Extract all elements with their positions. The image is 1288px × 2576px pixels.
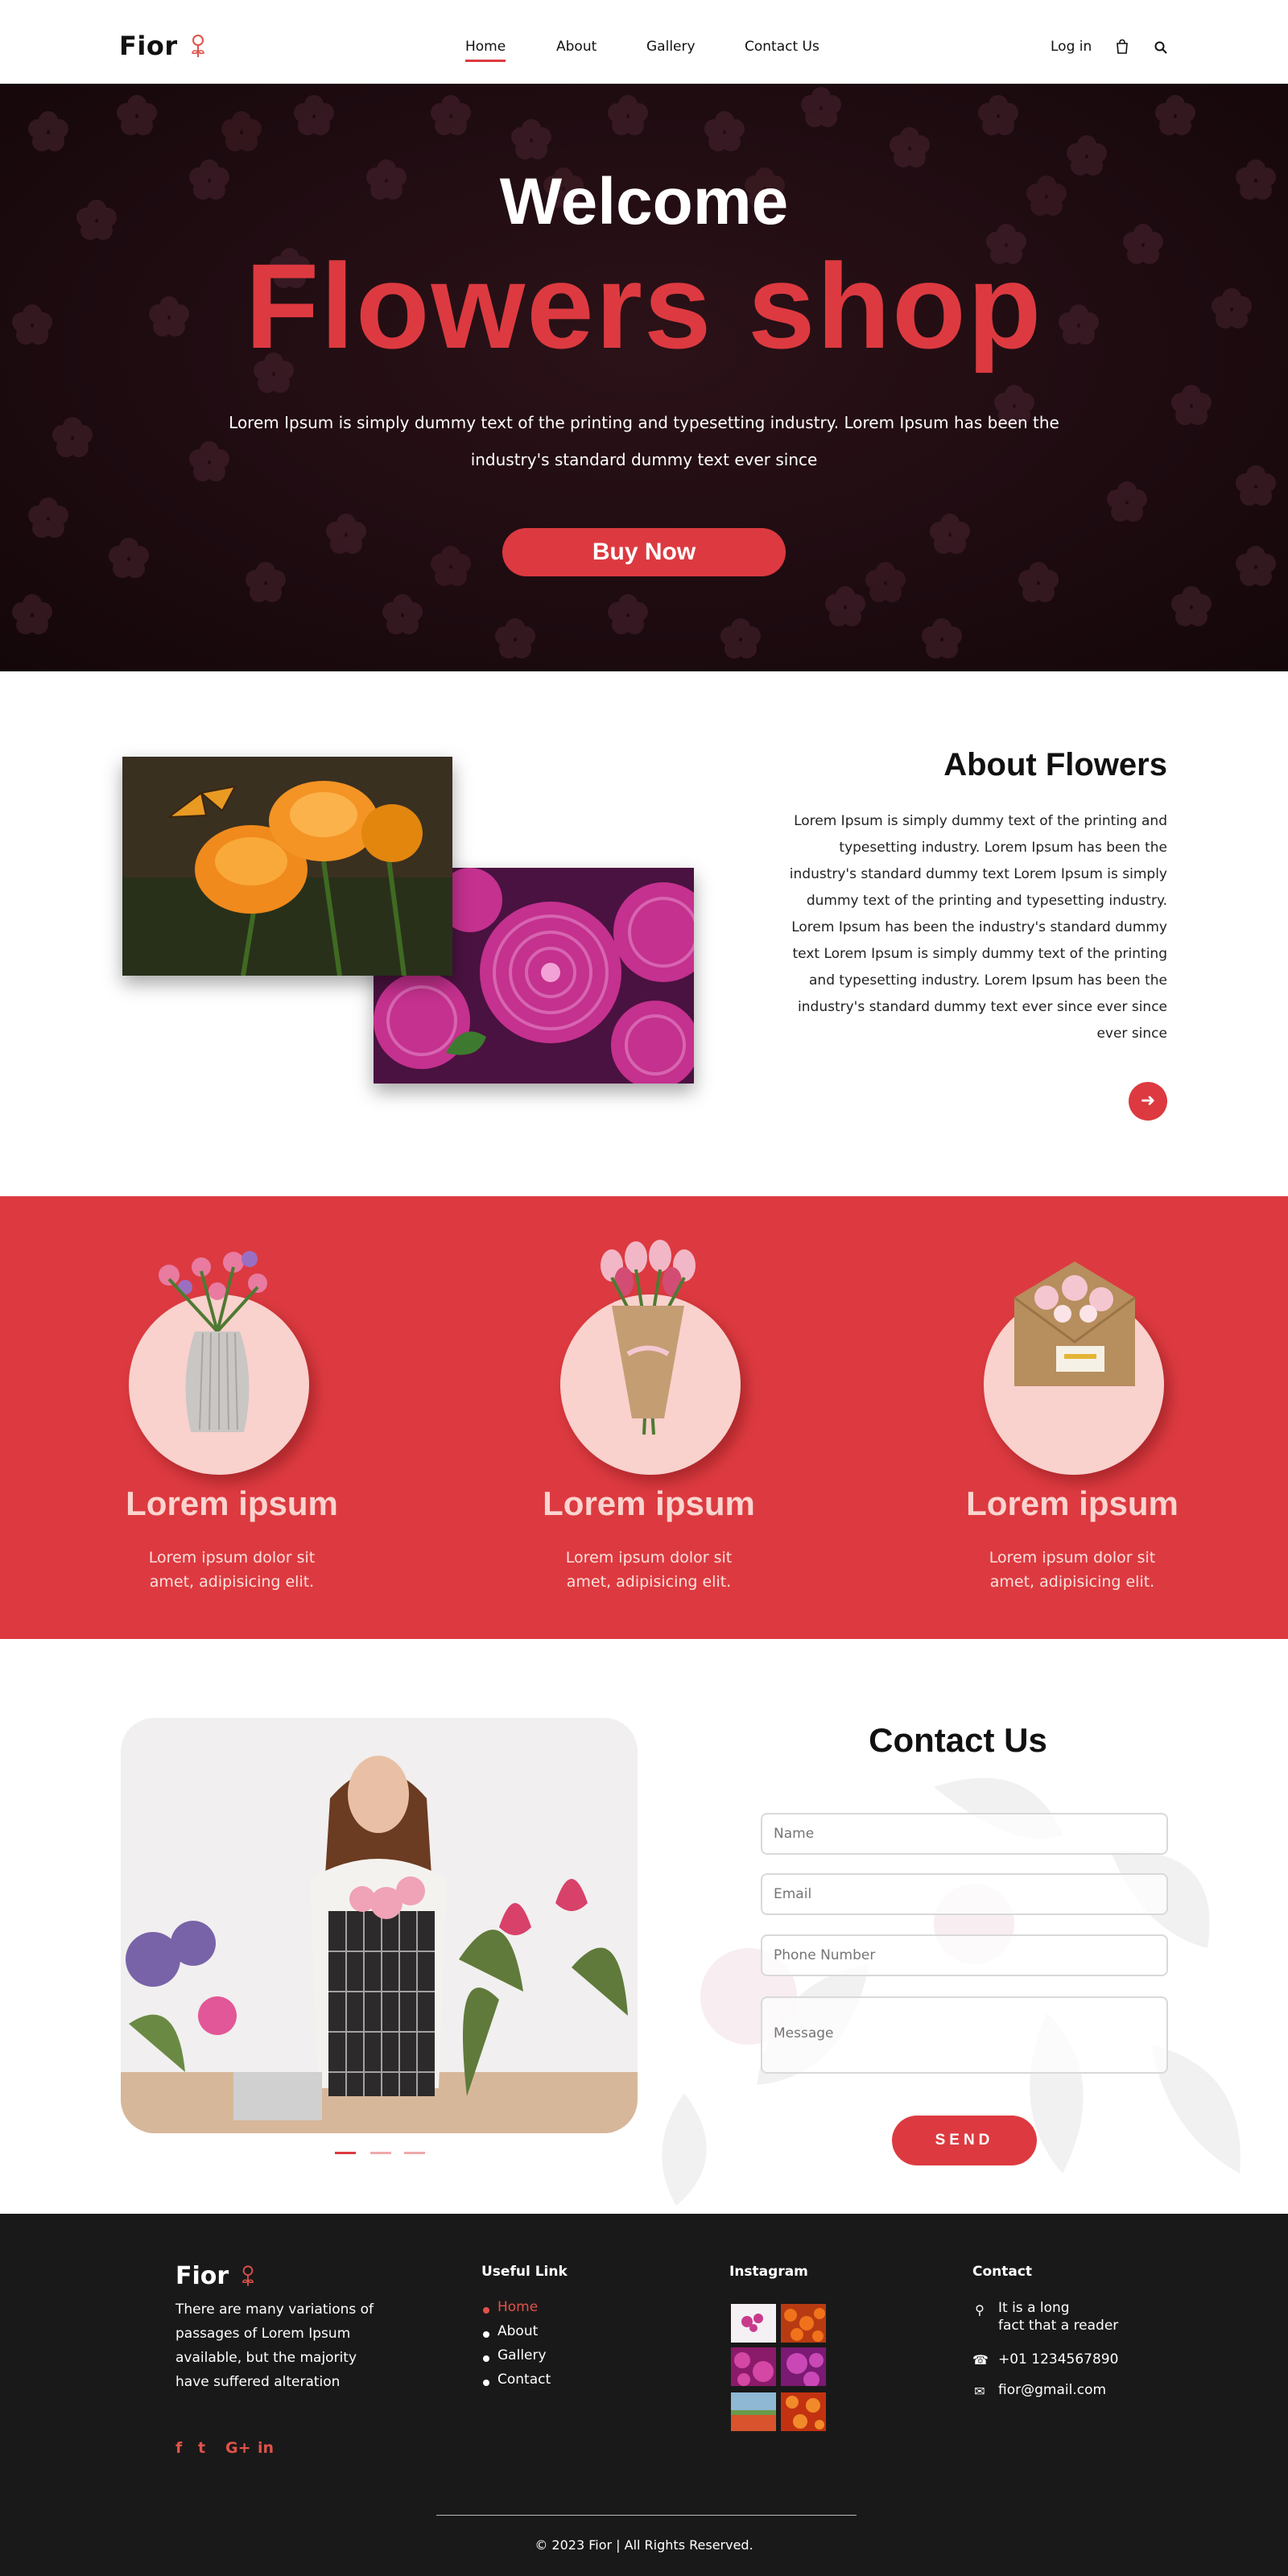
carousel-dot-1[interactable] xyxy=(335,2152,356,2154)
footer-logo-text: Fior xyxy=(175,2262,229,2290)
address-line-1: It is a long xyxy=(998,2300,1070,2316)
instagram-thumb[interactable] xyxy=(781,2304,826,2343)
instagram-thumb[interactable] xyxy=(731,2392,776,2431)
feature-title-2: Lorem ipsum xyxy=(543,1484,755,1522)
buy-now-button[interactable]: Buy Now xyxy=(502,528,786,576)
logo-text: Fior xyxy=(119,31,178,61)
phone-field[interactable] xyxy=(761,1934,1168,1976)
footer-link-gallery[interactable]: Gallery xyxy=(497,2347,547,2363)
mail-icon: ✉ xyxy=(974,2384,985,2399)
footer-phone[interactable]: +01 1234567890 xyxy=(998,2351,1118,2368)
hero-title: Flowers shop xyxy=(245,238,1043,374)
carousel-dot-3[interactable] xyxy=(404,2152,425,2154)
flower-vase-image xyxy=(159,1251,267,1432)
email-field[interactable] xyxy=(761,1873,1168,1915)
flower-logo-icon xyxy=(242,2265,254,2286)
arrow-right-icon: ➜ xyxy=(1140,1091,1156,1111)
contact-title: Contact Us xyxy=(869,1721,1047,1759)
florist-photo xyxy=(121,1718,638,2133)
message-field[interactable] xyxy=(761,1996,1168,2074)
facebook-icon[interactable]: f xyxy=(175,2439,182,2457)
feature-text-2: Lorem ipsum dolor sit amet, adipisicing … xyxy=(565,1549,733,1591)
location-pin-icon: ⚲ xyxy=(975,2302,985,2318)
send-button[interactable]: SEND xyxy=(892,2116,1037,2165)
useful-links-title: Useful Link xyxy=(481,2264,568,2280)
contact-info-title: Contact xyxy=(972,2264,1033,2280)
footer-link-home[interactable]: Home xyxy=(497,2299,538,2315)
instagram-title: Instagram xyxy=(729,2264,808,2280)
nav-home[interactable]: Home xyxy=(465,39,506,62)
hero-section: Welcome Flowers shop Lorem Ipsum is simp… xyxy=(0,84,1288,671)
footer-description: There are many variations of passages of… xyxy=(175,2301,374,2390)
search-icon[interactable] xyxy=(1154,41,1167,54)
footer-link-about[interactable]: About xyxy=(497,2323,538,2339)
feature-title-1: Lorem ipsum xyxy=(126,1484,338,1522)
feature-text-3: Lorem ipsum dolor sit amet, adipisicing … xyxy=(989,1549,1156,1591)
about-description: Lorem Ipsum is simply dummy text of the … xyxy=(789,813,1167,1042)
flower-logo-icon xyxy=(192,35,205,57)
footer-logo[interactable]: Fior xyxy=(175,2262,255,2290)
about-arrow-button[interactable]: ➜ xyxy=(1129,1082,1167,1121)
nav-about[interactable]: About xyxy=(556,39,597,55)
instagram-thumb[interactable] xyxy=(731,2304,776,2343)
instagram-thumb[interactable] xyxy=(731,2347,776,2386)
hero-welcome: Welcome xyxy=(499,165,789,238)
linkedin-icon[interactable]: in xyxy=(258,2439,274,2457)
nav-gallery[interactable]: Gallery xyxy=(646,39,696,55)
address-line-2: fact that a reader xyxy=(998,2318,1119,2334)
orange-flower-photo xyxy=(122,757,452,976)
footer-divider xyxy=(436,2515,857,2516)
bullet-icon xyxy=(483,2331,489,2338)
google-plus-icon[interactable]: G+ xyxy=(225,2439,251,2457)
nav-contact-us[interactable]: Contact Us xyxy=(745,39,819,55)
instagram-thumb[interactable] xyxy=(781,2392,826,2431)
bullet-icon xyxy=(483,2355,489,2362)
bullet-icon xyxy=(483,2307,489,2314)
footer-email[interactable]: fior@gmail.com xyxy=(998,2381,1106,2399)
instagram-thumb[interactable] xyxy=(781,2347,826,2386)
bullet-icon xyxy=(483,2380,489,2386)
hero-description: Lorem Ipsum is simply dummy text of the … xyxy=(229,413,1059,469)
flower-envelope-image xyxy=(1013,1261,1136,1386)
feature-text-1: Lorem ipsum dolor sit amet, adipisicing … xyxy=(148,1549,316,1591)
feature-title-3: Lorem ipsum xyxy=(966,1484,1179,1522)
name-field[interactable] xyxy=(761,1813,1168,1855)
carousel-dot-2[interactable] xyxy=(370,2152,391,2154)
phone-icon: ☎ xyxy=(972,2352,989,2368)
tulip-bouquet-image xyxy=(601,1240,696,1435)
about-title: About Flowers xyxy=(943,747,1167,782)
site-footer: Fior There are many variations of passag… xyxy=(0,2214,1288,2576)
features-section: Lorem ipsum Lorem ipsum dolor sit amet, … xyxy=(0,1196,1288,1639)
site-header: Fior Home About Gallery Contact Us Log i… xyxy=(0,0,1288,84)
twitter-icon[interactable]: t xyxy=(198,2439,205,2457)
login-link[interactable]: Log in xyxy=(1051,39,1092,55)
shopping-bag-icon[interactable] xyxy=(1116,39,1129,54)
copyright-text: © 2023 Fior | All Rights Reserved. xyxy=(535,2537,753,2553)
site-logo[interactable]: Fior xyxy=(119,31,206,61)
footer-link-contact[interactable]: Contact xyxy=(497,2372,551,2388)
